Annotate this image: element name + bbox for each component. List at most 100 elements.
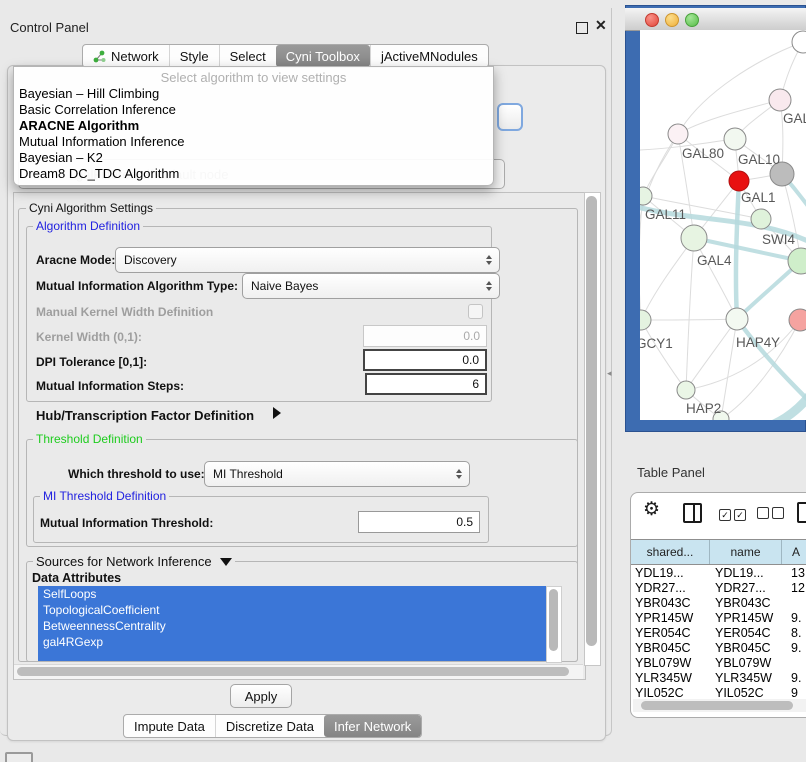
cyni-algorithm-settings-title: Cyni Algorithm Settings [26, 201, 156, 215]
column-header-shared-name[interactable]: shared... [631, 540, 710, 564]
control-panel-tabs: Network Style Select Cyni Toolbox jActiv… [82, 44, 489, 68]
scrollbar-thumb[interactable] [549, 589, 558, 651]
tab-cyni-toolbox[interactable]: Cyni Toolbox [276, 45, 370, 67]
network-nodes[interactable] [640, 31, 806, 420]
node-label: HAP2 [686, 401, 721, 416]
combo-arrows-icon [486, 255, 492, 265]
table-row[interactable]: YBL079W YBL079W [631, 656, 806, 671]
node-label: SWI4 [762, 232, 795, 247]
table-row[interactable]: YBR045C YBR045C 9. [631, 641, 806, 656]
dpi-tolerance-field[interactable]: 0.0 [363, 349, 487, 371]
export-table-icon[interactable] [797, 502, 806, 523]
float-window-icon[interactable] [576, 22, 588, 34]
dropdown-option-aracne[interactable]: ARACNE Algorithm [19, 118, 139, 134]
application-root: Control Panel ✕ Network Style [0, 0, 806, 762]
table-row[interactable]: YPR145W YPR145W 9. [631, 611, 806, 626]
table-row[interactable]: YBR043C YBR043C [631, 596, 806, 611]
table-row[interactable]: YER054C YER054C 8. [631, 626, 806, 641]
tab-impute-data[interactable]: Impute Data [124, 715, 215, 737]
node-label: GCY1 [640, 336, 673, 351]
zoom-traffic-light[interactable] [685, 13, 699, 27]
algorithm-combo-focus-edge[interactable] [497, 103, 523, 131]
tab-discretize-data[interactable]: Discretize Data [215, 715, 324, 737]
node-label: GAL10 [738, 152, 780, 167]
table-horizontal-scrollbar[interactable] [633, 699, 806, 712]
select-all-checkboxes-icon[interactable]: ✓✓ [719, 505, 749, 523]
dpi-tolerance-label: DPI Tolerance [0,1]: [36, 355, 147, 369]
panel-splitter-handle[interactable]: ◂ [607, 368, 612, 379]
minimize-traffic-light[interactable] [665, 13, 679, 27]
node-salmon[interactable] [789, 309, 806, 331]
dropdown-option[interactable]: Dream8 DC_TDC Algorithm [19, 166, 179, 182]
kernel-width-field[interactable]: 0.0 [363, 325, 487, 347]
node-top-right[interactable] [792, 31, 806, 53]
collapse-arrow-icon[interactable] [220, 558, 232, 566]
dropdown-placeholder: Select algorithm to view settings [14, 70, 493, 85]
which-threshold-combo[interactable]: MI Threshold [204, 461, 470, 487]
scrollbar-thumb[interactable] [586, 196, 597, 646]
node-gal4[interactable] [681, 225, 707, 251]
manual-kernel-checkbox[interactable] [468, 304, 483, 319]
node-swi4[interactable] [751, 209, 771, 229]
settings-vertical-scrollbar[interactable] [584, 192, 601, 666]
node-label: GAL80 [682, 146, 724, 161]
deselect-all-checkboxes-icon[interactable] [757, 506, 787, 524]
network-window-titlebar[interactable] [625, 8, 806, 31]
mi-type-combo[interactable]: Naive Bayes [242, 273, 500, 299]
mi-threshold-field[interactable]: 0.5 [358, 511, 480, 533]
node-gal1[interactable] [729, 171, 749, 191]
scrollbar-thumb[interactable] [17, 667, 569, 676]
scrollbar-thumb[interactable] [641, 701, 793, 710]
list-item[interactable]: BetweennessCentrality [38, 618, 546, 634]
network-graph: GAL GAL80 GAL10 GAL1 GAL11 SWI4 GAL4 GCY… [640, 30, 806, 420]
data-attributes-list[interactable]: SelfLoops TopologicalCoefficient Between… [38, 586, 546, 661]
list-item[interactable]: TopologicalCoefficient [38, 602, 546, 618]
list-item[interactable]: SelfLoops [38, 586, 546, 602]
close-traffic-light[interactable] [645, 13, 659, 27]
tab-network[interactable]: Network [83, 45, 169, 67]
tab-jactivemnodules[interactable]: jActiveMNodules [370, 45, 488, 67]
dropdown-option[interactable]: Bayesian – K2 [19, 150, 103, 166]
tab-select[interactable]: Select [219, 45, 276, 67]
dropdown-option[interactable]: Bayesian – Hill Climbing [19, 86, 159, 102]
settings-horizontal-scrollbar[interactable] [14, 664, 583, 679]
apply-button[interactable]: Apply [230, 684, 292, 708]
node-label: GAL1 [741, 190, 776, 205]
expand-arrow-icon[interactable] [273, 407, 281, 419]
network-canvas[interactable]: GAL GAL80 GAL10 GAL1 GAL11 SWI4 GAL4 GCY… [640, 30, 806, 420]
tab-infer-network[interactable]: Infer Network [324, 715, 421, 737]
node-hap4[interactable] [726, 308, 748, 330]
floating-panel-button[interactable] [5, 752, 33, 762]
table-row[interactable]: YDL19... YDL19... 13 [631, 566, 806, 581]
node-label: GAL4 [697, 253, 732, 268]
list-item[interactable]: gal4RGexp [38, 634, 546, 650]
node-label: Y [771, 335, 780, 350]
list-vertical-scrollbar[interactable] [546, 586, 562, 663]
algorithm-dropdown-popup: Select algorithm to view settings Bayesi… [13, 66, 494, 186]
mi-steps-field[interactable]: 6 [365, 373, 487, 395]
sources-group-title: Sources for Network Inference [33, 554, 235, 569]
column-header-name[interactable]: name [710, 540, 782, 564]
hub-definition-label: Hub/Transcription Factor Definition [36, 408, 254, 423]
table-row[interactable]: YDR27... YDR27... 12 [631, 581, 806, 596]
algorithm-definition-title: Algorithm Definition [33, 219, 143, 233]
node-gal10[interactable] [724, 128, 746, 150]
node-hap2[interactable] [677, 381, 695, 399]
node-gcy1[interactable] [640, 310, 651, 330]
dropdown-option[interactable]: Basic Correlation Inference [19, 102, 176, 118]
aracne-mode-value: Discovery [124, 253, 177, 267]
node-gal80[interactable] [668, 124, 688, 144]
mi-threshold-label: Mutual Information Threshold: [40, 516, 213, 530]
gear-icon[interactable]: ⚙ [643, 497, 660, 523]
table-panel-title: Table Panel [637, 465, 705, 480]
mi-threshold-group-title: MI Threshold Definition [40, 489, 169, 503]
column-layout-icon[interactable] [683, 503, 702, 523]
node-gal2[interactable] [769, 89, 791, 111]
table-row[interactable]: YLR345W YLR345W 9. [631, 671, 806, 686]
column-header-partial[interactable]: A [782, 540, 806, 564]
dropdown-option[interactable]: Mutual Information Inference [19, 134, 184, 150]
tab-style[interactable]: Style [169, 45, 219, 67]
aracne-mode-combo[interactable]: Discovery [115, 247, 500, 273]
combo-arrows-icon [456, 469, 462, 479]
close-icon[interactable]: ✕ [595, 17, 607, 34]
